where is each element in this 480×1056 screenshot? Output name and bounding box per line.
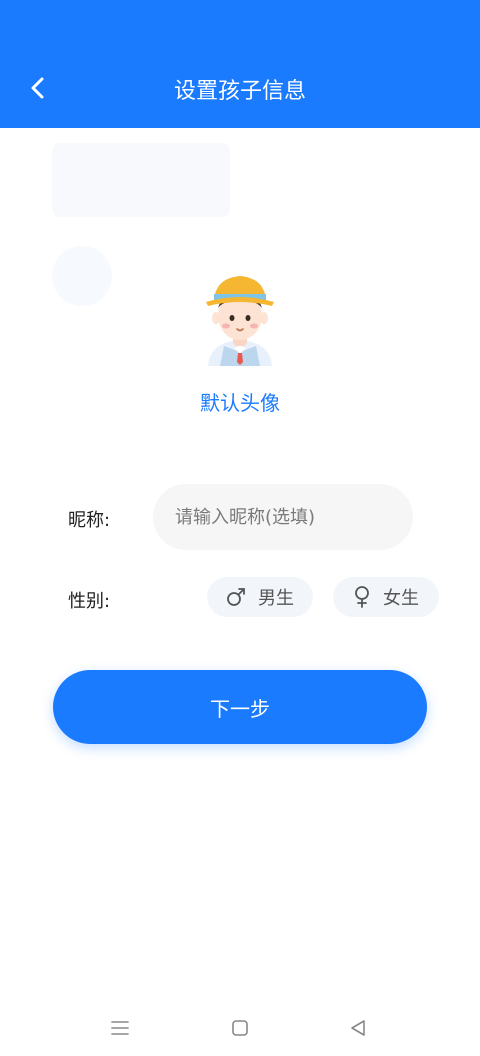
gender-option-label: 男生 [258, 588, 294, 609]
female-symbol-icon [353, 586, 371, 608]
gender-option-female[interactable]: 女生 [333, 577, 439, 617]
faint-circle [52, 246, 112, 306]
home-square-icon[interactable] [225, 1014, 255, 1042]
system-nav-bar [0, 1000, 480, 1056]
header-bar: 设置孩子信息 [0, 0, 480, 128]
child-avatar-icon[interactable] [198, 270, 282, 366]
default-avatar-label[interactable]: 默认头像 [0, 388, 480, 418]
gender-option-male[interactable]: 男生 [207, 577, 313, 617]
gender-label: 性别: [68, 591, 111, 612]
faint-card [52, 143, 230, 217]
next-step-button[interactable]: 下一步 [53, 670, 427, 744]
gender-option-label: 女生 [383, 588, 419, 609]
nickname-input[interactable] [153, 484, 413, 550]
page-title: 设置孩子信息 [173, 79, 306, 104]
male-symbol-icon [226, 587, 246, 607]
back-triangle-icon[interactable] [343, 1014, 373, 1042]
menu-icon[interactable] [105, 1014, 135, 1042]
nickname-label: 昵称: [68, 510, 111, 531]
